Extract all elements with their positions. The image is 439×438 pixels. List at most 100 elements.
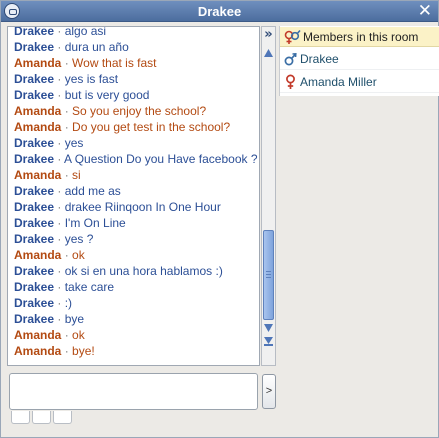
chat-message: Amanda · si — [8, 167, 259, 183]
message-sender: Drakee — [14, 184, 55, 198]
member-amanda-miller[interactable]: Amanda Miller — [280, 71, 439, 93]
message-text: yes is fast — [64, 72, 119, 86]
member-name: Drakee — [300, 52, 339, 66]
message-separator: · — [57, 184, 62, 198]
message-separator: · — [57, 136, 62, 150]
message-text: ok — [72, 328, 85, 342]
message-input[interactable] — [9, 373, 258, 410]
toolbar-tab-1[interactable] — [11, 411, 30, 424]
message-sender: Drakee — [14, 280, 55, 294]
chat-log: Drakee · algo asi Drakee · dura un año Ama… — [7, 26, 260, 366]
toolbar-tab-3[interactable] — [53, 411, 72, 424]
message-sender: Amanda — [14, 344, 62, 358]
chat-message: Drakee · add me as — [8, 183, 259, 199]
title-bar[interactable]: Drakee ✕ — [1, 1, 438, 22]
message-text: yes ? — [64, 232, 94, 246]
message-text: Wow that is fast — [72, 56, 157, 70]
message-sender: Amanda — [14, 248, 62, 262]
message-separator: · — [64, 120, 69, 134]
chat-message: Drakee · yes — [8, 135, 259, 151]
message-text: ok — [72, 248, 85, 262]
message-separator: · — [57, 88, 62, 102]
message-list: Drakee · algo asi Drakee · dura un año Ama… — [8, 26, 259, 359]
message-sender: Drakee — [14, 312, 55, 326]
message-sender: Amanda — [14, 328, 62, 342]
chat-message: Drakee · drakee Riinqoon In One Hour — [8, 199, 259, 215]
member-name: Amanda Miller — [300, 75, 377, 89]
message-sender: Amanda — [14, 56, 62, 70]
send-button[interactable]: > — [262, 374, 276, 409]
message-text: bye! — [72, 344, 95, 358]
chat-message: Drakee · I'm On Line — [8, 215, 259, 231]
message-separator: · — [64, 344, 69, 358]
chat-scrollbar[interactable] — [261, 26, 276, 366]
message-text: drakee Riinqoon In One Hour — [64, 200, 221, 214]
chat-message: Drakee · take care — [8, 279, 259, 295]
message-sender: Drakee — [14, 26, 55, 38]
message-separator: · — [64, 248, 69, 262]
message-separator: · — [57, 232, 62, 246]
message-text: So you enjoy the school? — [72, 104, 207, 118]
message-sender: Drakee — [14, 216, 55, 230]
message-separator: · — [57, 296, 62, 310]
message-sender: Drakee — [14, 40, 55, 54]
message-sender: Drakee — [14, 296, 55, 310]
chat-message: Amanda · ok — [8, 327, 259, 343]
message-sender: Drakee — [14, 264, 55, 278]
window-title: Drakee — [197, 4, 242, 19]
message-text: take care — [64, 280, 115, 294]
chat-message: Drakee · A Question Do you Have facebook… — [8, 151, 259, 167]
chat-window: Drakee ✕ Drakee · algo asi Drakee · dura … — [0, 0, 439, 438]
chat-message: Amanda · Wow that is fast — [8, 55, 259, 71]
chat-message: Drakee · but is very good — [8, 87, 259, 103]
gender-pair-icon — [284, 29, 301, 44]
chat-message: Amanda · So you enjoy the school? — [8, 103, 259, 119]
message-separator: · — [57, 280, 62, 294]
member-drakee[interactable]: Drakee — [280, 48, 439, 70]
message-separator: · — [57, 152, 62, 166]
scroll-bottom-arrow-icon[interactable] — [263, 335, 274, 347]
chat-message: Drakee · yes ? — [8, 231, 259, 247]
chat-message: Drakee · dura un año — [8, 39, 259, 55]
toolbar-tab-2[interactable] — [32, 411, 51, 424]
message-sender: Drakee — [14, 232, 55, 246]
chat-message: Drakee · algo asi — [8, 26, 259, 39]
chat-message: Amanda · bye! — [8, 343, 259, 359]
chat-message: Amanda · ok — [8, 247, 259, 263]
message-separator: · — [57, 312, 62, 326]
members-header: Members in this room — [280, 27, 439, 47]
message-sender: Drakee — [14, 200, 55, 214]
message-separator: · — [64, 56, 69, 70]
message-separator: · — [64, 104, 69, 118]
members-panel: Members in this room Drakee Amanda Mille… — [279, 26, 439, 96]
message-text: A Question Do you Have facebook ? — [64, 152, 258, 166]
chat-message: Drakee · :) — [8, 295, 259, 311]
message-sender: Amanda — [14, 120, 62, 134]
message-sender: Drakee — [14, 136, 55, 150]
scroll-up-arrow-icon[interactable] — [263, 47, 274, 59]
grip-icon — [266, 271, 271, 279]
message-separator: · — [57, 72, 62, 86]
message-separator: · — [57, 26, 62, 38]
message-sender: Drakee — [14, 88, 55, 102]
male-symbol-icon — [284, 53, 297, 66]
chat-message: Drakee · ok si en una hora hablamos :) — [8, 263, 259, 279]
scroll-down-arrow-icon[interactable] — [263, 322, 274, 334]
message-text: si — [72, 168, 81, 182]
message-separator: · — [57, 264, 62, 278]
message-sender: Drakee — [14, 152, 55, 166]
message-text: bye — [64, 312, 85, 326]
message-separator: · — [64, 328, 69, 342]
close-icon[interactable]: ✕ — [418, 2, 432, 20]
members-header-label: Members in this room — [303, 30, 419, 44]
message-text: dura un año — [64, 40, 129, 54]
message-sender: Amanda — [14, 168, 62, 182]
scroll-thumb[interactable] — [263, 230, 274, 320]
collapse-members-button[interactable]: » — [262, 28, 275, 41]
chat-message: Amanda · Do you get test in the school? — [8, 119, 259, 135]
chat-message: Drakee · bye — [8, 311, 259, 327]
message-text: I'm On Line — [64, 216, 126, 230]
message-separator: · — [64, 168, 69, 182]
message-separator: · — [57, 200, 62, 214]
female-symbol-icon — [286, 74, 295, 89]
